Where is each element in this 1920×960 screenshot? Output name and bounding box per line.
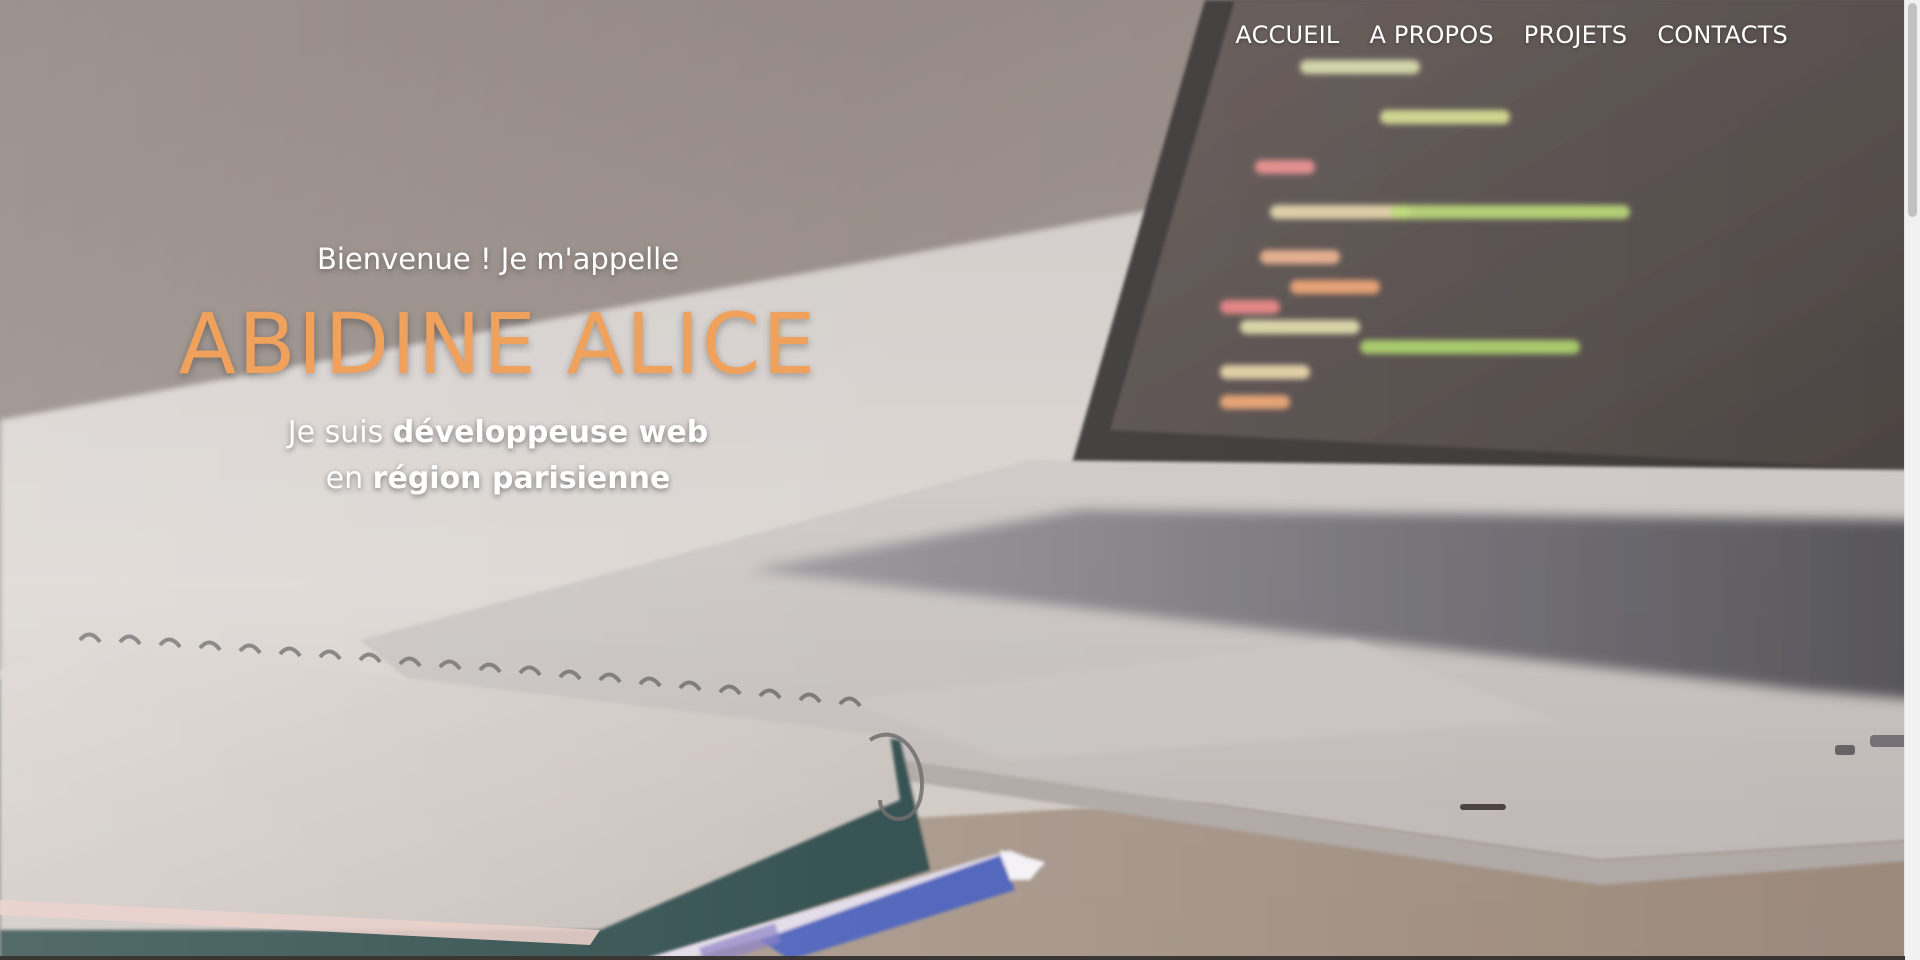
tagline-line-2: en région parisienne xyxy=(0,456,996,502)
tagline-prefix-2: en xyxy=(325,461,373,496)
nav-item-accueil[interactable]: ACCUEIL xyxy=(1235,18,1339,52)
vertical-scrollbar[interactable] xyxy=(1904,0,1920,960)
nav-item-a-propos[interactable]: A PROPOS xyxy=(1369,18,1493,52)
bottom-edge xyxy=(0,956,1905,960)
tagline-prefix-1: Je suis xyxy=(287,415,393,450)
page: ACCUEIL A PROPOS PROJETS CONTACTS Bienve… xyxy=(0,0,1920,960)
tagline-location: région parisienne xyxy=(372,461,671,496)
nav-item-projets[interactable]: PROJETS xyxy=(1524,18,1628,52)
scrollbar-thumb[interactable] xyxy=(1908,3,1917,217)
welcome-text: Bienvenue ! Je m'appelle xyxy=(316,242,680,276)
hero-section: Bienvenue ! Je m'appelle ABIDINE ALICE J… xyxy=(0,238,996,502)
nav-item-contacts[interactable]: CONTACTS xyxy=(1657,18,1788,52)
tagline-line-1: Je suis développeuse web xyxy=(0,410,996,456)
hero-name: ABIDINE ALICE xyxy=(178,295,818,393)
tagline-role: développeuse web xyxy=(392,415,709,450)
main-nav: ACCUEIL A PROPOS PROJETS CONTACTS xyxy=(1235,18,1788,52)
hero-tagline: Je suis développeuse web en région paris… xyxy=(0,410,996,502)
